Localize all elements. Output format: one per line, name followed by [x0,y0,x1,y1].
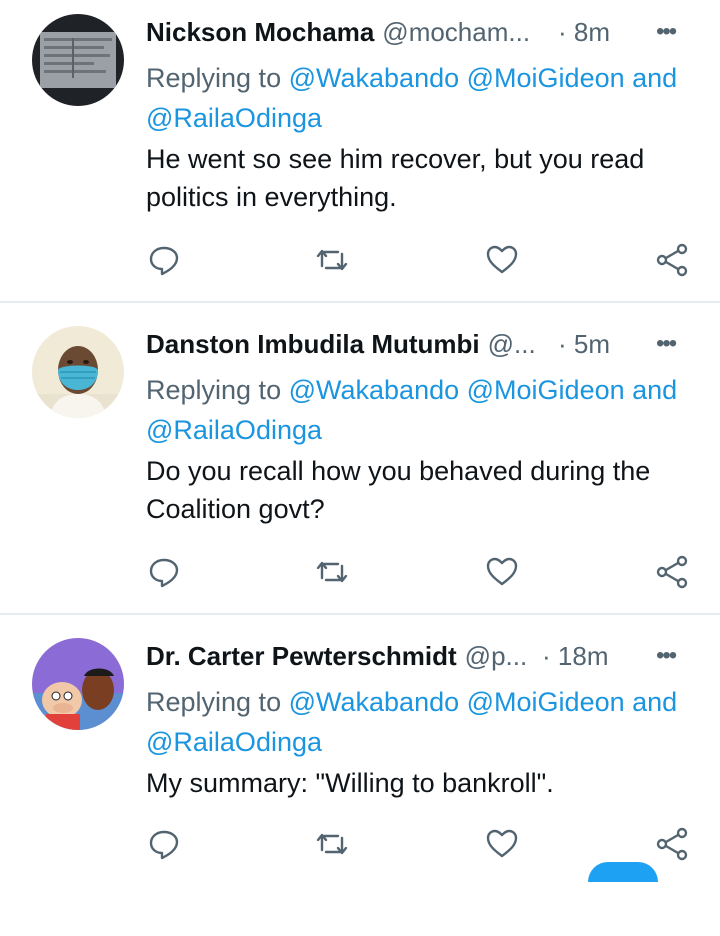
more-icon[interactable]: ••• [656,326,686,362]
mention-link[interactable]: @Wakabando [289,63,460,93]
like-icon[interactable] [484,826,524,866]
display-name[interactable]: Danston Imbudila Mutumbi [146,329,480,359]
tweet[interactable]: Nickson Mochama @mocham... · 8m ••• Reply… [0,0,720,312]
mention-link[interactable]: @MoiGideon [467,687,625,717]
reply-icon[interactable] [146,554,186,594]
more-icon[interactable]: ••• [656,638,686,674]
tweet-text-line: Do you recall how you behaved during the [146,456,651,486]
mention-link[interactable]: @MoiGideon [467,375,625,405]
share-icon[interactable] [654,826,694,866]
tweet-text: My summary: "Willing to bankroll". [146,764,706,802]
share-icon[interactable] [654,554,694,594]
display-name[interactable]: Dr. Carter Pewterschmidt [146,641,457,671]
replying-to: Replying to @Wakabando @MoiGideon and @R… [146,370,706,450]
replying-to-label: Replying to [146,687,282,717]
action-bar [0,242,720,282]
replying-to-and: and [632,63,678,93]
separator: · [542,641,551,671]
tweet[interactable]: Dr. Carter Pewterschmidt @p... · 18m ••• … [0,624,720,936]
separator: · [558,329,567,359]
action-bar [0,826,720,866]
timestamp[interactable]: 18m [558,641,609,671]
replying-to-label: Replying to [146,375,282,405]
retweet-icon[interactable] [314,554,354,594]
share-icon[interactable] [654,242,694,282]
user-handle[interactable]: @p... [465,641,528,671]
reply-icon[interactable] [146,826,186,866]
mention-link[interactable]: @RailaOdinga [146,415,322,445]
retweet-icon[interactable] [314,242,354,282]
tweet-text-line: politics in everything. [146,182,397,212]
mention-link[interactable]: @MoiGideon [467,63,625,93]
user-handle[interactable]: @mocham... [382,17,530,47]
avatar[interactable] [32,638,124,730]
like-icon[interactable] [484,242,524,282]
replying-to-label: Replying to [146,63,282,93]
more-icon[interactable]: ••• [656,14,686,50]
like-icon[interactable] [484,554,524,594]
tweet-text: He went so see him recover, but you read… [146,140,706,216]
tweet-header: Dr. Carter Pewterschmidt @p... · 18m [146,638,691,674]
replying-to-and: and [632,375,678,405]
mention-link[interactable]: @Wakabando [289,687,460,717]
retweet-icon[interactable] [314,826,354,866]
tweet-header: Danston Imbudila Mutumbi @... · 5m [146,326,691,362]
tweet-text-line: He went so see him recover, but you read [146,144,645,174]
tweet-text-line: Coalition govt? [146,494,325,524]
timestamp[interactable]: 5m [574,329,610,359]
display-name[interactable]: Nickson Mochama [146,17,374,47]
mention-link[interactable]: @RailaOdinga [146,727,322,757]
reply-icon[interactable] [146,242,186,282]
mention-link[interactable]: @RailaOdinga [146,103,322,133]
mention-link[interactable]: @Wakabando [289,375,460,405]
avatar[interactable] [32,14,124,106]
timestamp[interactable]: 8m [574,17,610,47]
tweet-text-line: My summary: "Willing to bankroll". [146,768,554,798]
tweet[interactable]: Danston Imbudila Mutumbi @... · 5m ••• Re… [0,312,720,624]
replying-to-and: and [632,687,678,717]
tweet-header: Nickson Mochama @mocham... · 8m [146,14,691,50]
action-bar [0,554,720,594]
tweet-text: Do you recall how you behaved during the… [146,452,706,528]
divider [0,301,720,303]
avatar[interactable] [32,326,124,418]
replying-to: Replying to @Wakabando @MoiGideon and @R… [146,682,706,762]
divider [0,613,720,615]
separator: · [558,17,567,47]
user-handle[interactable]: @... [488,329,536,359]
compose-fab-edge[interactable] [588,862,658,882]
replying-to: Replying to @Wakabando @MoiGideon and @R… [146,58,706,138]
